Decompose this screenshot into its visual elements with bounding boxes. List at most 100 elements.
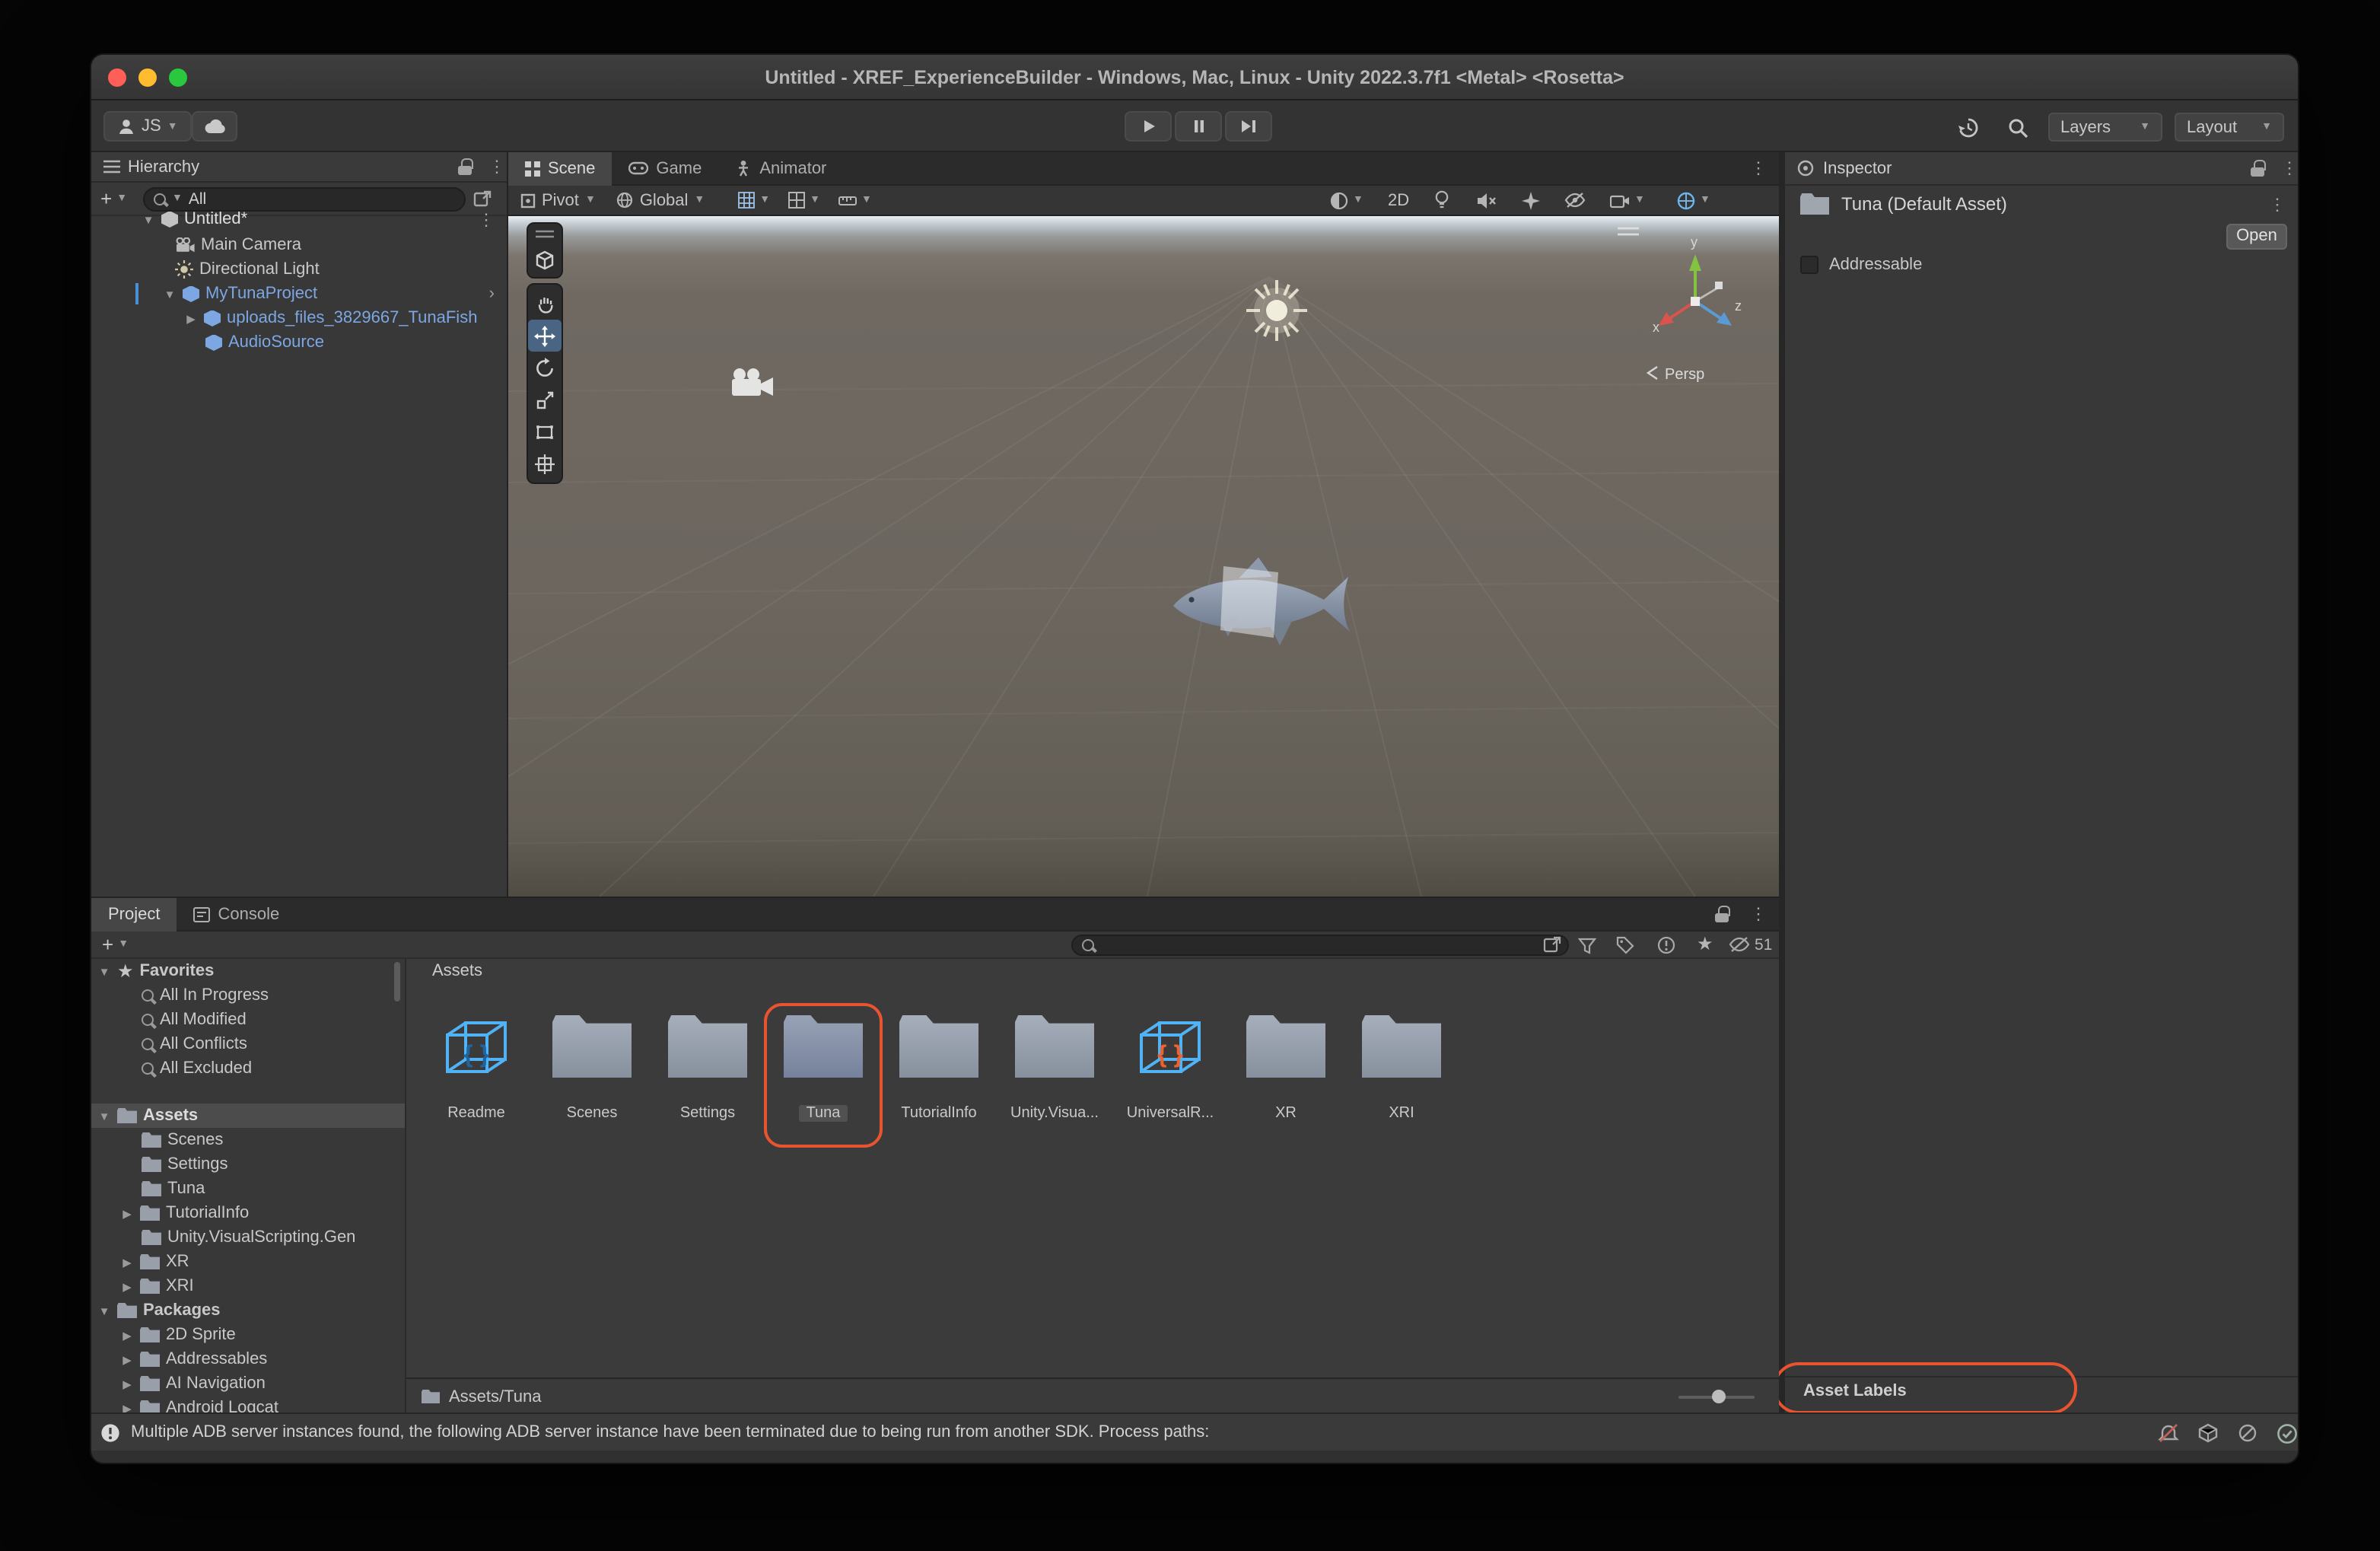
favorite-star-icon[interactable]: ★ bbox=[1697, 933, 1713, 954]
packages-root[interactable]: ▼ Packages bbox=[97, 1298, 221, 1323]
asset-item-readme[interactable]: { } bbox=[418, 1015, 534, 1082]
tree-scrollbar-thumb[interactable] bbox=[394, 962, 400, 1002]
tree-item-tutorialinfo[interactable]: ▶ TutorialInfo bbox=[120, 1201, 249, 1225]
orientation-gizmo[interactable]: x y z Persp bbox=[1646, 234, 1742, 383]
label-tag-icon[interactable] bbox=[1616, 936, 1634, 954]
favorites-item[interactable]: All In Progress bbox=[142, 983, 269, 1008]
tree-item-2d-sprite[interactable]: ▶ 2D Sprite bbox=[120, 1323, 236, 1347]
pivot-dropdown[interactable]: Pivot ▼ bbox=[520, 191, 596, 209]
tree-item-addressables[interactable]: ▶ Addressables bbox=[120, 1347, 267, 1371]
asset-item-xr[interactable] bbox=[1228, 1015, 1344, 1078]
move-tool-button[interactable] bbox=[528, 320, 562, 352]
project-search-input[interactable] bbox=[1071, 934, 1569, 955]
overlay-grip-handle[interactable] bbox=[528, 225, 562, 244]
transform-tool-button[interactable] bbox=[528, 447, 562, 479]
tree-item-tuna[interactable]: Tuna bbox=[142, 1177, 205, 1201]
create-object-button[interactable]: + ▼ bbox=[100, 187, 143, 210]
assets-root[interactable]: ▼ Assets bbox=[97, 1104, 199, 1128]
alert-icon[interactable] bbox=[1657, 936, 1675, 954]
step-button[interactable] bbox=[1225, 111, 1272, 142]
tab-animator[interactable]: Animator bbox=[718, 152, 843, 185]
tab-game[interactable]: Game bbox=[612, 152, 718, 185]
hierarchy-menu-icon[interactable]: ⋮ bbox=[488, 157, 505, 177]
tab-scene[interactable]: Scene bbox=[508, 152, 612, 185]
search-button[interactable] bbox=[2007, 117, 2028, 139]
layers-dropdown[interactable]: Layers ▼ bbox=[2048, 113, 2162, 142]
pause-button[interactable] bbox=[1175, 111, 1222, 142]
asset-item-unity-visualscripting[interactable] bbox=[997, 1015, 1112, 1078]
favorites-root[interactable]: ▼ ★ Favorites bbox=[97, 959, 215, 983]
row-menu-icon[interactable]: ⋮ bbox=[478, 209, 495, 229]
view-tool-button[interactable] bbox=[528, 244, 562, 275]
thumbnail-size-slider-knob[interactable] bbox=[1712, 1390, 1726, 1403]
favorites-item[interactable]: All Excluded bbox=[142, 1056, 252, 1081]
search-by-type-icon[interactable] bbox=[1578, 936, 1596, 954]
rect-tool-button[interactable] bbox=[528, 416, 562, 447]
hierarchy-options-icon[interactable] bbox=[473, 189, 492, 208]
favorites-item[interactable]: All Modified bbox=[142, 1008, 247, 1032]
play-button[interactable] bbox=[1125, 111, 1172, 142]
asset-item-universalrp[interactable]: { } bbox=[1112, 1015, 1228, 1082]
cloud-button[interactable] bbox=[192, 111, 237, 142]
tree-item-ai-navigation[interactable]: ▶ AI Navigation bbox=[120, 1371, 266, 1396]
hierarchy-row-main-camera[interactable]: Main Camera bbox=[175, 233, 301, 257]
lock-icon[interactable] bbox=[1715, 906, 1729, 922]
snap-settings-dropdown[interactable]: ▼ bbox=[838, 193, 872, 208]
inspector-menu-icon[interactable]: ⋮ bbox=[2281, 158, 2298, 178]
shading-mode-dropdown[interactable]: ▼ bbox=[1330, 191, 1363, 209]
scene-camera-dropdown[interactable]: ▼ bbox=[1610, 193, 1645, 208]
lock-icon[interactable] bbox=[2251, 160, 2265, 177]
scene-effects-icon[interactable] bbox=[1522, 191, 1540, 209]
asset-labels-heading[interactable]: Asset Labels bbox=[1803, 1382, 1907, 1400]
asset-item-scenes[interactable] bbox=[534, 1015, 650, 1078]
rotate-tool-button[interactable] bbox=[528, 352, 562, 384]
hand-tool-button[interactable] bbox=[528, 288, 562, 320]
asset-item-xri[interactable] bbox=[1344, 1015, 1459, 1078]
scene-lighting-icon[interactable] bbox=[1433, 190, 1450, 210]
hierarchy-header[interactable]: Hierarchy ⋮ bbox=[91, 152, 507, 183]
hierarchy-row-mytunaproject[interactable]: ▼ MyTunaProject › bbox=[163, 282, 507, 306]
asset-item-settings[interactable] bbox=[650, 1015, 765, 1078]
global-dropdown[interactable]: Global ▼ bbox=[617, 191, 705, 209]
snap-increment-dropdown[interactable]: ▼ bbox=[788, 192, 820, 209]
mute-notifications-icon[interactable] bbox=[2158, 1423, 2179, 1443]
persp-label[interactable]: Persp bbox=[1665, 366, 1704, 383]
create-asset-button[interactable]: + ▼ bbox=[102, 933, 129, 956]
breadcrumb[interactable]: Assets/Tuna bbox=[449, 1387, 541, 1406]
tree-item-scenes[interactable]: Scenes bbox=[142, 1128, 223, 1152]
asset-item-tutorialinfo[interactable] bbox=[881, 1015, 997, 1078]
favorites-item[interactable]: All Conflicts bbox=[142, 1032, 247, 1056]
tree-item-xri[interactable]: ▶ XRI bbox=[120, 1274, 193, 1298]
account-button[interactable]: JS ▼ bbox=[103, 111, 192, 142]
project-menu-icon[interactable]: ⋮ bbox=[1750, 904, 1767, 924]
package-status-icon[interactable] bbox=[2197, 1423, 2219, 1443]
grid-snap-dropdown[interactable]: ▼ bbox=[738, 192, 770, 209]
scene-tab-menu-icon[interactable]: ⋮ bbox=[1750, 158, 1779, 178]
hierarchy-row-directional-light[interactable]: Directional Light bbox=[175, 257, 320, 282]
scene-audio-mute-icon[interactable] bbox=[1476, 191, 1496, 209]
scene-viewport[interactable]: x y z Persp bbox=[508, 216, 1779, 897]
tree-item-android-logcat[interactable]: ▶ Android Logcat bbox=[120, 1396, 278, 1412]
open-asset-button[interactable]: Open bbox=[2226, 224, 2287, 250]
scene-visibility-icon[interactable] bbox=[1564, 192, 1586, 209]
undo-history-button[interactable] bbox=[1957, 117, 1980, 139]
hierarchy-row-scene[interactable]: ▼ Untitled* ⋮ bbox=[142, 207, 507, 231]
lock-icon[interactable] bbox=[458, 158, 473, 175]
gizmos-dropdown[interactable]: ▼ bbox=[1677, 191, 1710, 209]
panel-divider[interactable] bbox=[1779, 152, 1785, 1412]
addressable-checkbox[interactable] bbox=[1800, 256, 1818, 274]
tree-item-settings[interactable]: Settings bbox=[142, 1152, 228, 1177]
scale-tool-button[interactable] bbox=[528, 384, 562, 416]
progress-check-icon[interactable] bbox=[2277, 1423, 2298, 1444]
hierarchy-row-uploads-prefab[interactable]: ▶ uploads_files_3829667_TunaFish bbox=[184, 306, 507, 330]
status-message[interactable]: Multiple ADB server instances found, the… bbox=[131, 1423, 1209, 1441]
open-in-new-icon[interactable] bbox=[1543, 936, 1561, 954]
tree-item-unity-visualscripting[interactable]: Unity.VisualScripting.Gen bbox=[142, 1225, 405, 1250]
asset-menu-icon[interactable]: ⋮ bbox=[2269, 194, 2286, 214]
tab-project[interactable]: Project bbox=[91, 898, 177, 931]
hierarchy-row-audiosource[interactable]: AudioSource bbox=[205, 330, 324, 355]
asset-item-tuna[interactable] bbox=[765, 1015, 881, 1078]
toggle-2d-button[interactable]: 2D bbox=[1388, 191, 1409, 209]
tree-item-xr[interactable]: ▶ XR bbox=[120, 1250, 189, 1274]
inspector-header[interactable]: Inspector ⋮ bbox=[1785, 152, 2298, 186]
